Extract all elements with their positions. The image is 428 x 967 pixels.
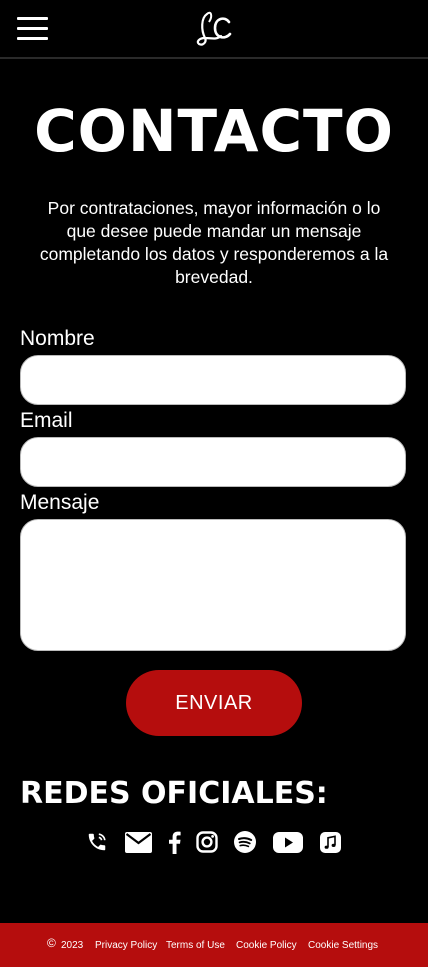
terms-of-use-link[interactable]: Terms of Use — [166, 939, 225, 952]
copyright-year: 2023 — [61, 940, 84, 951]
intro-text: Por contrataciones, mayor información o … — [39, 198, 389, 287]
facebook-icon[interactable] — [166, 828, 182, 856]
footer-bar: © 2023 Privacy Policy Terms of Use Cooki… — [0, 923, 428, 967]
name-field[interactable] — [20, 355, 406, 405]
cookie-policy-link[interactable]: Cookie Policy — [236, 939, 297, 952]
copyright-symbol: © — [47, 936, 56, 950]
top-header — [0, 0, 428, 59]
phone-icon[interactable] — [85, 828, 109, 856]
instagram-icon[interactable] — [195, 828, 219, 856]
privacy-policy-link[interactable]: Privacy Policy — [95, 939, 157, 952]
email-label: Email — [20, 409, 73, 432]
email-icon[interactable] — [124, 828, 152, 856]
submit-button[interactable]: ENVIAR — [126, 670, 302, 736]
youtube-icon[interactable] — [273, 828, 303, 856]
apple-music-icon[interactable] — [319, 828, 341, 856]
name-label: Nombre — [20, 327, 95, 350]
spotify-icon[interactable] — [233, 828, 257, 856]
page-title: CONTACTO — [34, 97, 394, 165]
cookie-settings-link[interactable]: Cookie Settings — [308, 939, 378, 952]
hamburger-menu-icon[interactable] — [17, 17, 48, 41]
message-label: Mensaje — [20, 491, 100, 514]
email-field[interactable] — [20, 437, 406, 487]
message-field[interactable] — [20, 519, 406, 651]
lc-monogram-logo[interactable] — [193, 8, 233, 50]
socials-title: REDES OFICIALES: — [20, 776, 328, 811]
